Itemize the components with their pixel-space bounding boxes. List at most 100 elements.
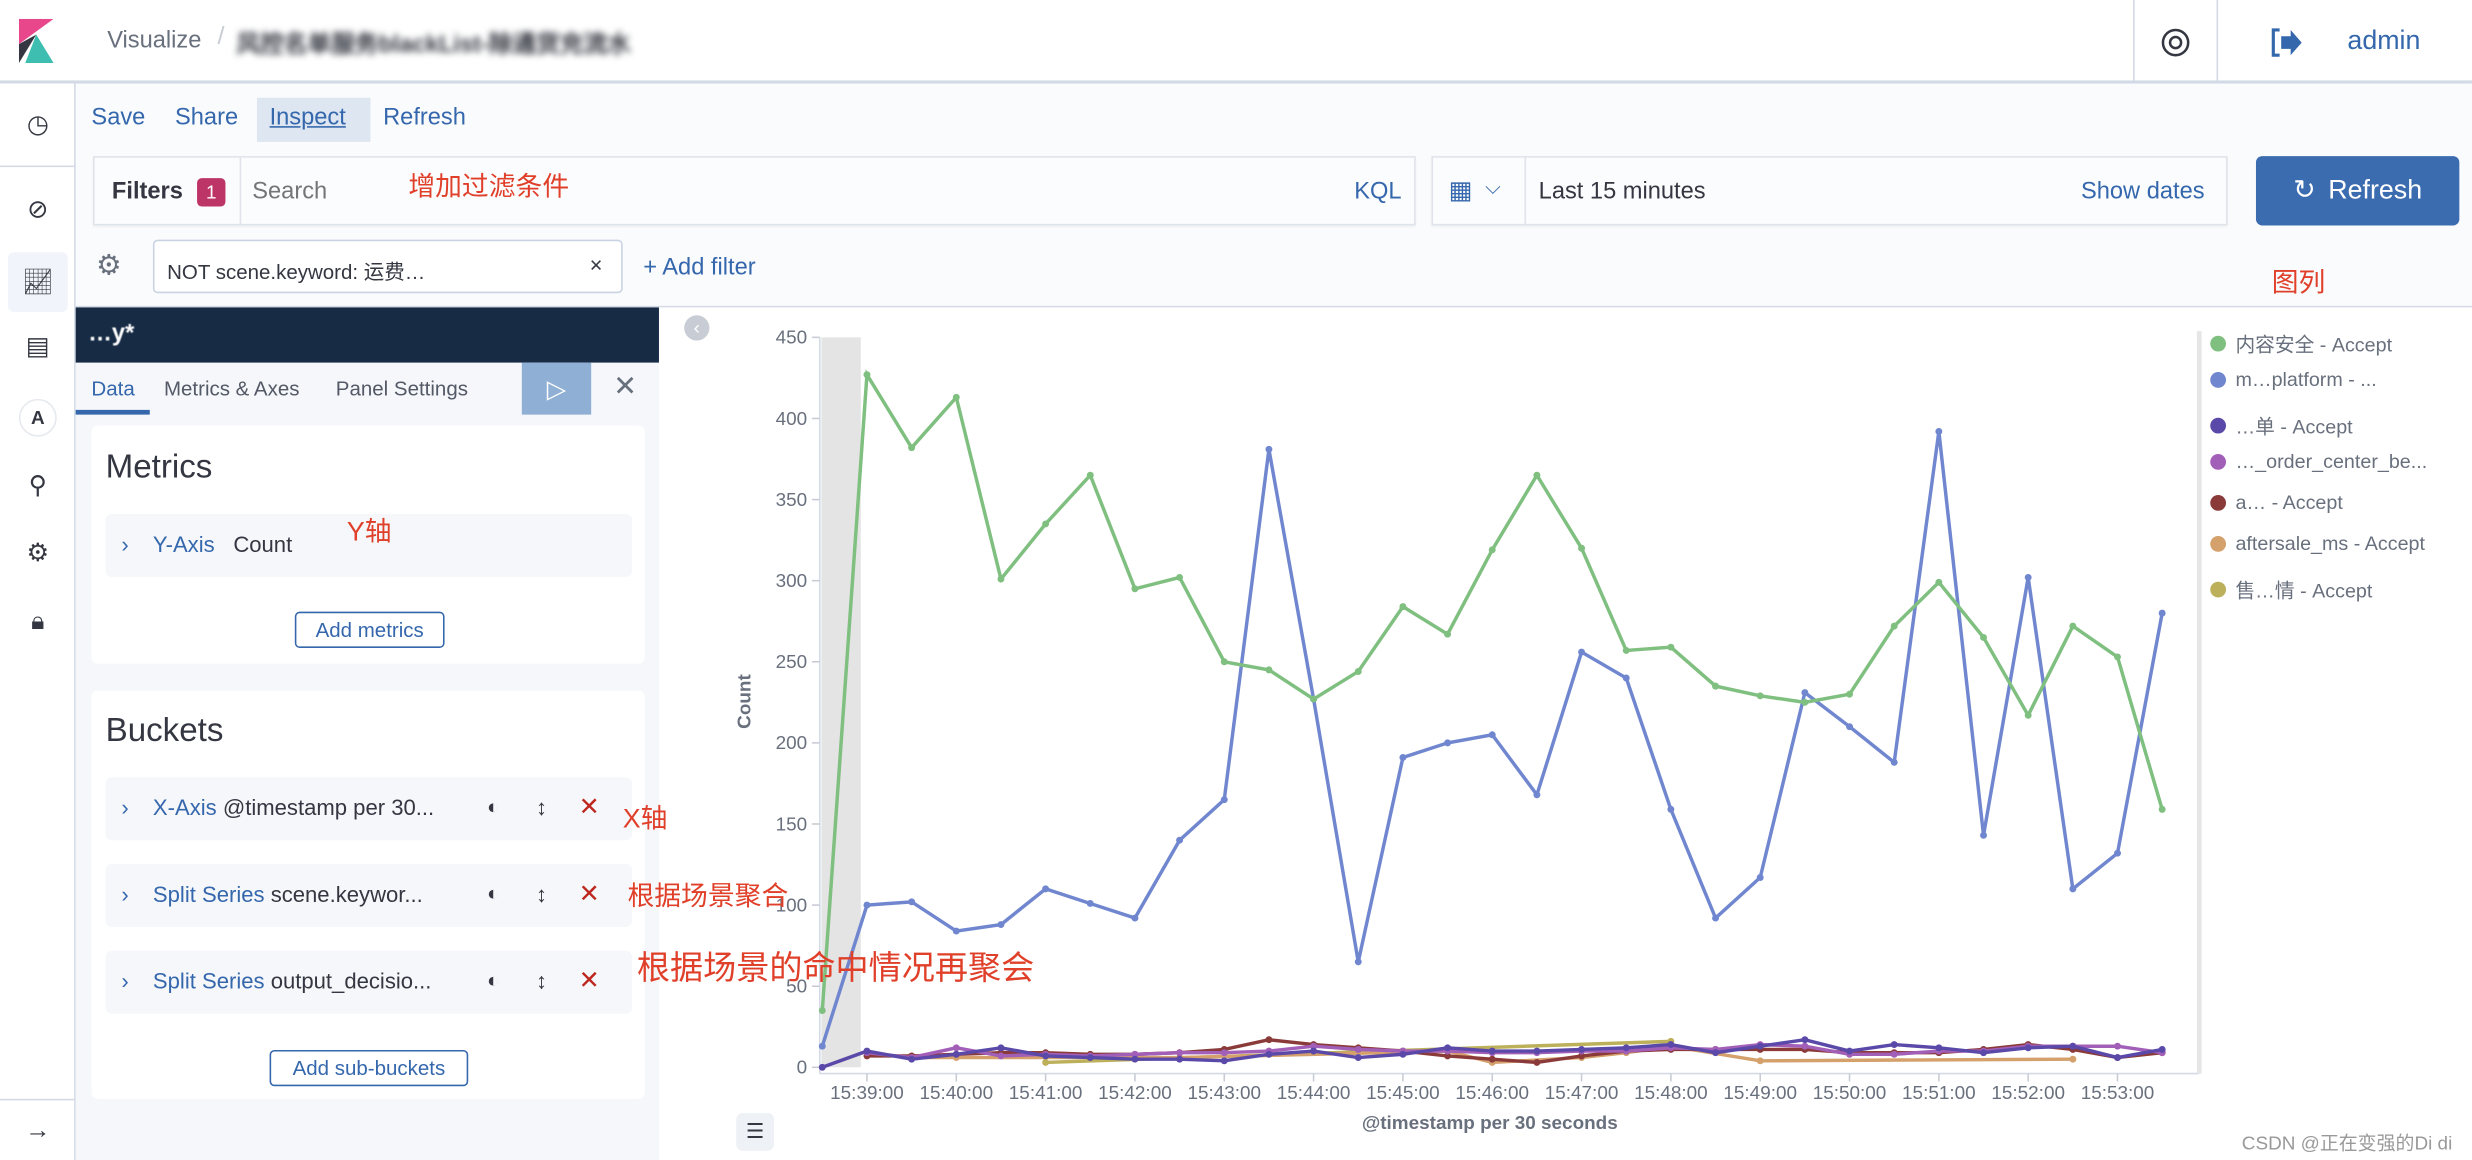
visualization-area	[658, 307, 2472, 1160]
bucket-type: Split Series	[152, 967, 265, 994]
time-range[interactable]: Last 15 minutes	[1539, 178, 1706, 205]
legend-item[interactable]: a… - Accept	[2210, 492, 2343, 514]
annotation-legend: 图列	[2271, 268, 2326, 298]
add-sub-buckets-button[interactable]: Add sub-buckets	[269, 1049, 469, 1087]
editor-panel: …y* Data Metrics & Axes Panel Settings ▷…	[75, 307, 659, 1160]
save-link[interactable]: Save	[91, 104, 145, 131]
bucket-row[interactable]: › X-Axis @timestamp per 30... ◐ ↕ ✕	[105, 777, 633, 841]
refresh-link[interactable]: Refresh	[383, 104, 466, 131]
legend-label: …_order_center_be...	[2235, 450, 2428, 473]
bucket-label: Split Series output_decisio...	[153, 968, 432, 993]
index-pattern-title: …y*	[88, 320, 135, 347]
legend-label: m…platform - ...	[2235, 368, 2377, 391]
legend-color-dot	[2210, 416, 2227, 433]
calendar-icon[interactable]: ▦	[1449, 175, 1473, 207]
filter-pill-label: NOT scene.keyword: 运费…	[167, 260, 426, 284]
bucket-row[interactable]: › Split Series scene.keywor... ◐ ↕ ✕	[105, 863, 633, 927]
legend-color-dot	[2210, 495, 2227, 511]
chevron-right-icon[interactable]: ›	[121, 795, 128, 820]
bucket-value: output_decisio...	[270, 967, 432, 994]
help-icon[interactable]	[2160, 25, 2192, 60]
legend-item[interactable]: …单 - Accept	[2210, 410, 2353, 440]
annotation-split-decision: 根据场景的命中情况再聚会	[636, 950, 1035, 987]
chevron-right-icon[interactable]: ›	[121, 881, 128, 906]
chevron-down-icon[interactable]: ⌵	[1485, 175, 1501, 200]
toggle-icon[interactable]: ◐	[487, 795, 499, 819]
play-icon: ▷	[546, 375, 567, 403]
remove-bucket-icon[interactable]: ✕	[579, 878, 600, 910]
bucket-value: scene.keywor...	[270, 881, 423, 907]
bucket-type: Split Series	[152, 881, 265, 907]
annotation-y-axis: Y轴	[346, 517, 392, 548]
index-pattern-header: …y*	[75, 307, 659, 363]
drag-handle-icon[interactable]: ↕	[536, 881, 547, 906]
legend-label: 售…情 - Accept	[2235, 580, 2373, 603]
add-filter-link[interactable]: + Add filter	[643, 254, 755, 281]
divider	[0, 165, 76, 168]
legend-item[interactable]: aftersale_ms - Accept	[2210, 533, 2425, 555]
annotation-x-axis: X轴	[622, 804, 668, 834]
bucket-type: X-Axis	[152, 794, 217, 820]
visualize-icon[interactable]: 📈︎	[7, 252, 68, 313]
filters-label[interactable]: Filters	[112, 178, 183, 205]
lock-icon[interactable]: 🔒︎	[19, 604, 57, 642]
metrics-title: Metrics	[105, 449, 213, 486]
toggle-icon[interactable]: ◐	[487, 881, 499, 905]
logout-icon[interactable]	[2269, 25, 2304, 60]
toggle-icon[interactable]: ◐	[487, 968, 499, 992]
legend-color-dot	[2210, 372, 2227, 388]
tab-panel-settings[interactable]: Panel Settings	[336, 377, 468, 401]
discover-icon[interactable]: ⊘	[19, 191, 57, 229]
collapse-editor-icon[interactable]: ‹	[684, 315, 710, 341]
share-link[interactable]: Share	[175, 104, 238, 131]
expand-arrow-icon[interactable]: →	[19, 1113, 57, 1151]
tab-data[interactable]: Data	[91, 377, 134, 401]
watermark: CSDN @正在变强的Di di	[2241, 1131, 2453, 1154]
kql-toggle[interactable]: KQL	[1354, 178, 1401, 205]
chevron-right-icon[interactable]: ›	[121, 968, 128, 993]
kibana-logo[interactable]	[18, 18, 57, 64]
filter-settings-gear-icon[interactable]: ⚙	[96, 249, 121, 282]
legend-color-dot	[2210, 454, 2227, 470]
refresh-icon: ↻	[2293, 174, 2316, 205]
bucket-value: @timestamp per 30...	[222, 794, 435, 820]
chevron-right-icon[interactable]: ›	[121, 531, 128, 556]
legend-label: …单 - Accept	[2235, 416, 2353, 439]
discard-close-icon[interactable]: ✕	[613, 370, 637, 403]
bucket-label: Split Series scene.keywor...	[153, 881, 423, 906]
bucket-label: X-Axis @timestamp per 30...	[153, 795, 434, 820]
remove-bucket-icon[interactable]: ✕	[579, 791, 600, 823]
show-dates-link[interactable]: Show dates	[2081, 178, 2205, 205]
legend-item[interactable]: …_order_center_be...	[2210, 451, 2427, 473]
metric-type: Y-Axis	[152, 531, 215, 557]
gear-icon[interactable]: ⚙	[19, 534, 57, 572]
annotation-filter: 增加过滤条件	[408, 171, 570, 202]
breadcrumb-visualize[interactable]: Visualize	[107, 27, 201, 54]
divider	[1524, 157, 1527, 224]
inspect-link[interactable]: Inspect	[270, 104, 346, 131]
tab-metrics-axes[interactable]: Metrics & Axes	[164, 377, 300, 401]
clock-icon[interactable]: ◷	[19, 106, 57, 144]
remove-bucket-icon[interactable]: ✕	[579, 965, 600, 997]
legend-item[interactable]: 内容安全 - Accept	[2210, 328, 2392, 358]
refresh-button[interactable]: ↻ Refresh	[2255, 156, 2460, 226]
legend-item[interactable]: 售…情 - Accept	[2210, 574, 2372, 604]
user-menu[interactable]: admin	[2347, 25, 2420, 57]
legend-label: 内容安全 - Accept	[2235, 334, 2393, 357]
drag-handle-icon[interactable]: ↕	[536, 795, 547, 820]
legend-item[interactable]: m…platform - ...	[2210, 368, 2377, 391]
dashboard-icon[interactable]: ▤	[19, 328, 57, 366]
bucket-row[interactable]: › Split Series output_decisio... ◐ ↕ ✕	[105, 950, 633, 1014]
dev-tools-icon[interactable]: ⚲	[19, 467, 57, 505]
legend-toggle-icon[interactable]: ☰	[736, 1113, 775, 1151]
add-metrics-button[interactable]: Add metrics	[294, 611, 445, 648]
apply-changes-button[interactable]: ▷	[521, 362, 592, 415]
legend-color-dot	[2210, 536, 2227, 552]
breadcrumb-separator: /	[217, 23, 225, 51]
drag-handle-icon[interactable]: ↕	[536, 968, 547, 993]
remove-filter-icon[interactable]: ×	[590, 252, 603, 277]
avatar[interactable]: A	[18, 398, 57, 437]
annotation-split-scene: 根据场景聚合	[627, 881, 789, 912]
filter-pill[interactable]: NOT scene.keyword: 运费… ×	[152, 239, 623, 294]
legend-label: a… - Accept	[2235, 491, 2343, 514]
